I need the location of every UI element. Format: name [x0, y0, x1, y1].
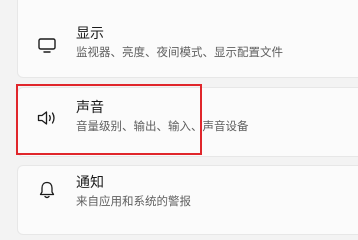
settings-item-sound[interactable]: 声音 音量级别、输出、输入、声音设备 [17, 87, 358, 157]
bell-icon [36, 179, 58, 201]
settings-item-description: 来自应用和系统的警报 [76, 194, 191, 208]
settings-item-title: 通知 [76, 175, 104, 191]
monitor-icon [36, 34, 58, 56]
settings-item-display[interactable]: 显示 监视器、亮度、夜间模式、显示配置文件 [17, 0, 358, 78]
settings-item-title: 显示 [76, 26, 104, 42]
speaker-icon [36, 107, 58, 129]
settings-item-notifications[interactable]: 通知 来自应用和系统的警报 [17, 165, 358, 235]
settings-item-description: 音量级别、输出、输入、声音设备 [76, 119, 249, 133]
settings-item-title: 声音 [76, 100, 104, 116]
settings-item-description: 监视器、亮度、夜间模式、显示配置文件 [76, 45, 283, 59]
